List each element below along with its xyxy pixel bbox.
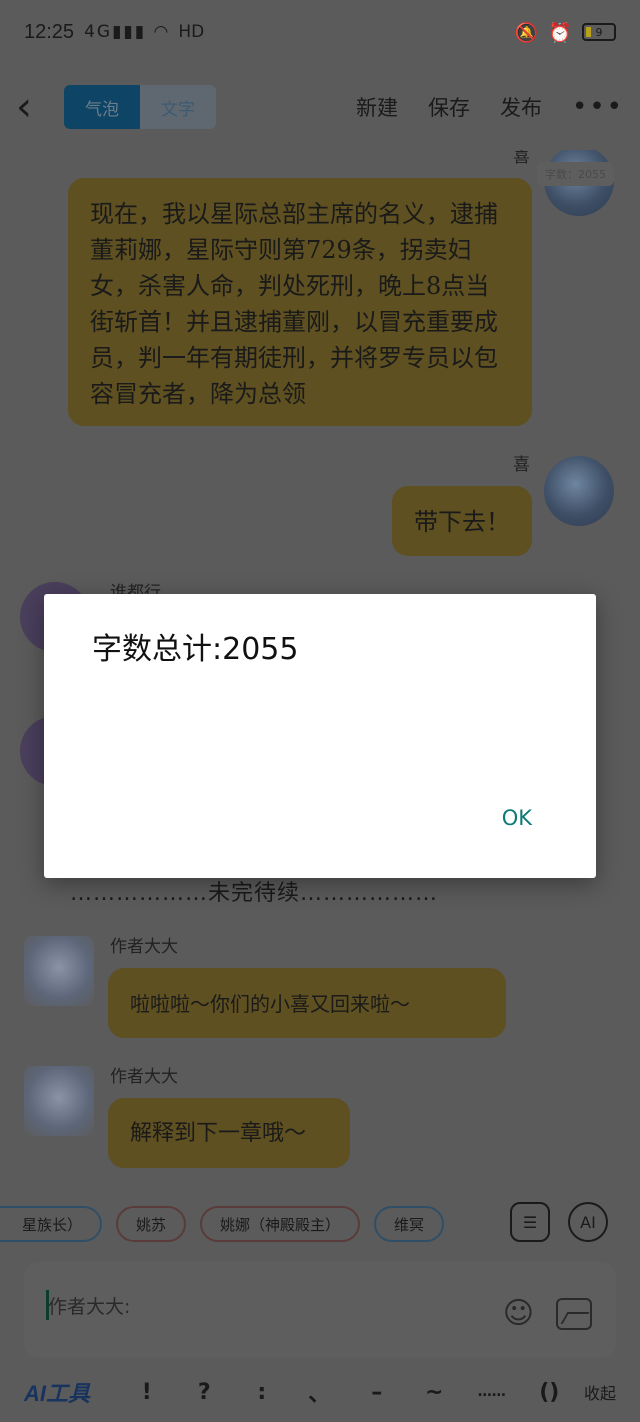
symbol-key[interactable]: ~ [406,1380,464,1405]
word-count-dialog: 字数总计:2055 OK [44,594,596,878]
sender-name: 作者大大 [110,1067,178,1087]
message-bubble[interactable]: 啦啦啦～你们的小喜又回来啦～ [108,968,506,1038]
symbol-key[interactable]: ! [118,1380,176,1405]
message-input[interactable]: 作者大大: ☺ [24,1262,616,1358]
top-bar: ‹ 气泡 文字 新建 保存 发布 ••• [0,64,640,150]
new-button[interactable]: 新建 [356,92,398,122]
collapse-button[interactable]: 收起 [584,1380,616,1404]
image-icon[interactable] [556,1298,592,1330]
battery-level: 9 [595,25,603,39]
to-be-continued-text: ………………未完待续……………… [70,881,439,906]
more-icon[interactable]: ••• [572,92,624,122]
sender-name: 作者大大 [110,937,178,957]
ok-button[interactable]: OK [502,806,532,830]
ai-tools-button[interactable]: AI工具 [24,1376,90,1408]
avatar[interactable] [544,456,614,526]
status-bar: 12:25 4G▮▮▮ ◠ HD 🔕 ⏰ 9 [0,0,640,64]
character-chip[interactable]: 姚苏 [116,1206,187,1242]
author-avatar[interactable] [24,936,94,1006]
mute-icon: 🔕 [514,21,539,44]
word-count-tag: 字数：2055 [537,162,614,186]
back-button[interactable]: ‹ [16,84,56,130]
signal-label: 4G [84,22,113,42]
tab-text[interactable]: 文字 [140,85,216,129]
symbol-key[interactable]: : [233,1380,291,1405]
message-bubble[interactable]: 解释到下一章哦～ [108,1098,350,1168]
symbol-key[interactable]: ? [176,1380,234,1405]
message-bubble[interactable]: 现在，我以星际总部主席的名义，逮捕董莉娜，星际守则第729条，拐卖妇女，杀害人命… [68,178,532,426]
character-chip[interactable]: 姚娜（神殿殿主） [200,1206,361,1242]
symbol-key[interactable]: …… [463,1384,521,1400]
character-chip[interactable]: 星族长） [0,1206,103,1242]
symbol-key[interactable]: – [348,1380,406,1405]
mode-tabs: 气泡 文字 [64,85,216,129]
author-avatar[interactable] [24,1066,94,1136]
status-right: 🔕 ⏰ 9 [515,21,616,44]
ai-button[interactable]: AI [568,1202,608,1242]
signal-icon: 4G▮▮▮ ◠ [84,22,171,42]
symbol-key[interactable]: () [521,1380,579,1405]
tab-bubble[interactable]: 气泡 [64,85,140,129]
save-button[interactable]: 保存 [428,92,470,122]
publish-button[interactable]: 发布 [500,92,542,122]
alarm-icon: ⏰ [548,21,572,44]
sender-name: 喜 [513,150,530,167]
dialog-message: 字数总计:2055 [92,632,299,667]
symbol-key[interactable]: 、 [291,1376,349,1408]
network-label: HD [178,22,205,42]
sender-name: 喜 [513,455,530,475]
battery-icon: 9 [582,23,616,41]
status-time: 12:25 [24,20,75,43]
character-chip[interactable]: 维冥 [374,1206,445,1242]
emoji-icon[interactable]: ☺ [503,1296,534,1331]
input-placeholder: 作者大大: [48,1296,131,1318]
symbol-bar: AI工具 ! ? : 、 – ~ …… () 收起 [0,1362,640,1422]
top-actions: 新建 保存 发布 ••• [356,92,624,122]
contact-card-icon[interactable]: ☰ [510,1202,550,1242]
message-bubble[interactable]: 带下去！ [392,486,532,556]
